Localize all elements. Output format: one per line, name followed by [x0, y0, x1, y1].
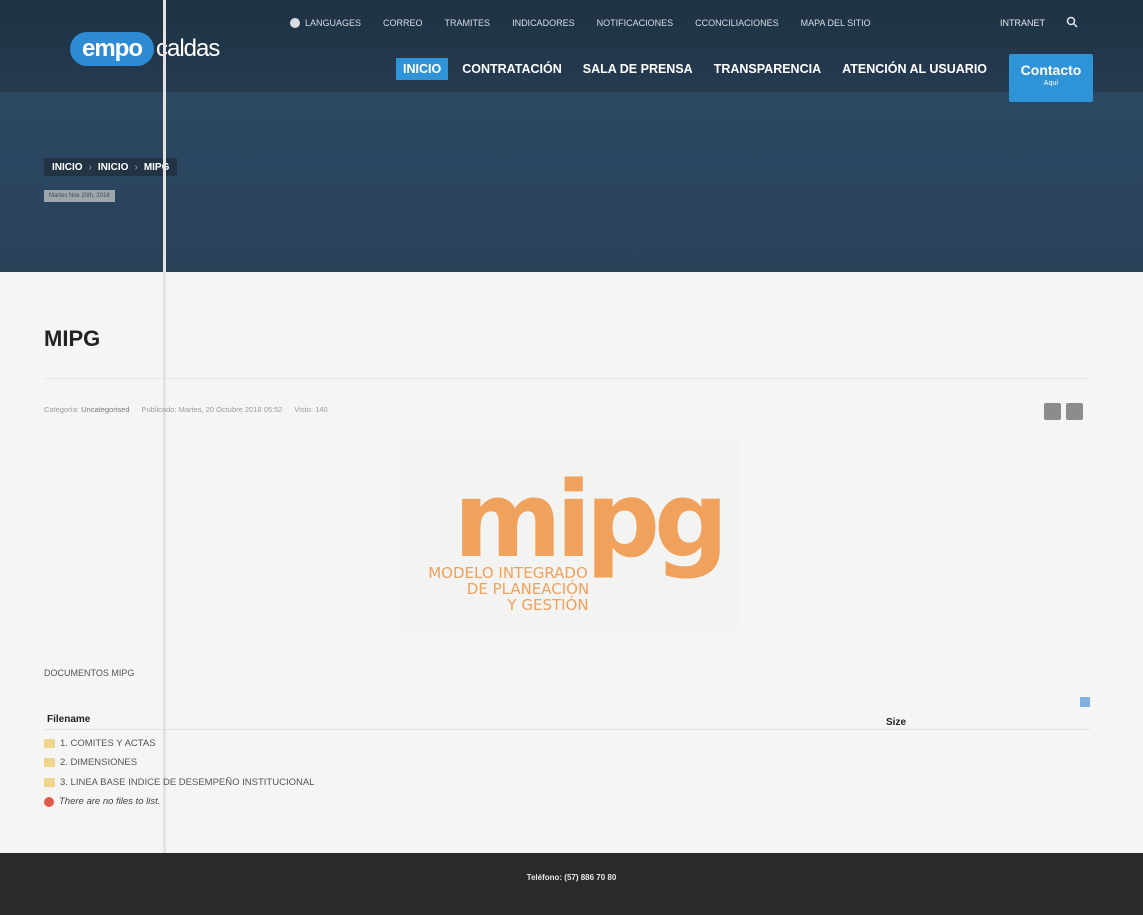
mipg-logo-line3: Y GESTIÓN: [506, 595, 588, 614]
warning-icon: [44, 796, 54, 807]
contact-button-sublabel: Aquí: [1043, 80, 1059, 87]
expand-icon[interactable]: [1080, 697, 1090, 707]
utility-item-languages[interactable]: LANGUAGES: [290, 18, 361, 28]
folder-row[interactable]: 1. COMITES Y ACTAS: [44, 738, 156, 749]
nav-item-contratacion[interactable]: CONTRATACIÓN: [455, 58, 569, 80]
print-icon[interactable]: [1044, 403, 1061, 420]
mipg-logo-image: mipg MODELO INTEGRADO DE PLANEACIÓN Y GE…: [400, 440, 740, 630]
breadcrumb-separator: ›: [134, 161, 138, 173]
article-meta: Categoría: Uncategorised Publicado: Mart…: [44, 405, 328, 414]
footer: Teléfono: (57) 886 70 80: [0, 853, 1143, 915]
folder-icon: [44, 778, 55, 787]
article-published: Publicado: Martes, 20 Octubre 2018 05:52: [141, 405, 283, 414]
utility-item-mapa[interactable]: MAPA DEL SITIO: [801, 18, 871, 28]
column-size[interactable]: Size: [886, 717, 906, 728]
nav-item-sala-de-prensa[interactable]: SALA DE PRENSA: [576, 58, 700, 80]
utility-item-notificaciones[interactable]: NOTIFICACIONES: [597, 18, 674, 28]
column-filename[interactable]: Filename: [47, 714, 90, 725]
mipg-logo-wordmark: mipg: [454, 459, 723, 581]
folder-row[interactable]: 2. DIMENSIONES: [44, 757, 137, 768]
page: empo caldas LANGUAGES CORREO TRAMITES IN…: [0, 0, 1143, 915]
page-title: MIPG: [44, 326, 101, 351]
article-category: Categoría: Uncategorised: [44, 405, 130, 414]
breadcrumb: INICIO › INICIO › MIPG: [44, 158, 178, 176]
search-icon[interactable]: [1066, 16, 1078, 28]
folder-icon: [44, 739, 55, 748]
utility-item-correo[interactable]: CORREO: [383, 18, 423, 28]
documents-heading: DOCUMENTOS MIPG: [44, 668, 135, 678]
hero-banner: empo caldas LANGUAGES CORREO TRAMITES IN…: [0, 0, 1143, 272]
globe-icon: [290, 18, 300, 28]
top-bar: empo caldas LANGUAGES CORREO TRAMITES IN…: [0, 0, 1143, 102]
breadcrumb-item-inicio-2[interactable]: INICIO: [98, 162, 129, 173]
category-value[interactable]: Uncategorised: [81, 405, 129, 414]
folder-name[interactable]: 2. DIMENSIONES: [60, 757, 137, 768]
breadcrumb-item-inicio[interactable]: INICIO: [52, 162, 83, 173]
main-nav: INICIO CONTRATACIÓN SALA DE PRENSA TRANS…: [396, 58, 1001, 80]
category-label: Categoría:: [44, 405, 80, 414]
file-table-header: Filename Size: [44, 714, 1090, 730]
utility-nav: LANGUAGES CORREO TRAMITES INDICADORES NO…: [290, 18, 871, 28]
contact-button-label: Contacto: [1020, 62, 1082, 78]
utility-item-conciliaciones[interactable]: CCONCILIACIONES: [695, 18, 779, 28]
breadcrumb-separator: ›: [88, 161, 92, 173]
article-views: Visto: 140: [294, 405, 328, 414]
logo-mark: empo: [70, 32, 154, 66]
folder-row[interactable]: 3. LINEA BASE INDICE DE DESEMPEÑO INSTIT…: [44, 777, 314, 788]
nav-item-inicio[interactable]: INICIO: [396, 58, 449, 80]
utility-item-indicadores[interactable]: INDICADORES: [512, 18, 575, 28]
empty-message: There are no files to list.: [59, 796, 161, 807]
nav-item-atencion-al-usuario[interactable]: ATENCIÓN AL USUARIO: [835, 58, 994, 80]
intranet-link[interactable]: INTRANET: [1000, 18, 1045, 28]
title-divider: [44, 378, 1090, 379]
nav-item-transparencia[interactable]: TRANSPARENCIA: [707, 58, 828, 80]
folder-name[interactable]: 1. COMITES Y ACTAS: [60, 738, 156, 749]
footer-phone: Teléfono: (57) 886 70 80: [526, 873, 617, 882]
date-badge: Martes Nov 20th, 2018: [44, 190, 115, 202]
email-icon[interactable]: [1066, 403, 1083, 420]
empty-list-row: There are no files to list.: [44, 796, 160, 807]
utility-item-label: LANGUAGES: [305, 18, 362, 28]
contact-button[interactable]: Contacto Aquí: [1009, 54, 1093, 102]
folder-name[interactable]: 3. LINEA BASE INDICE DE DESEMPEÑO INSTIT…: [60, 777, 314, 788]
folder-icon: [44, 758, 55, 767]
site-logo[interactable]: empo caldas: [70, 32, 220, 66]
utility-item-tramites[interactable]: TRAMITES: [445, 18, 491, 28]
